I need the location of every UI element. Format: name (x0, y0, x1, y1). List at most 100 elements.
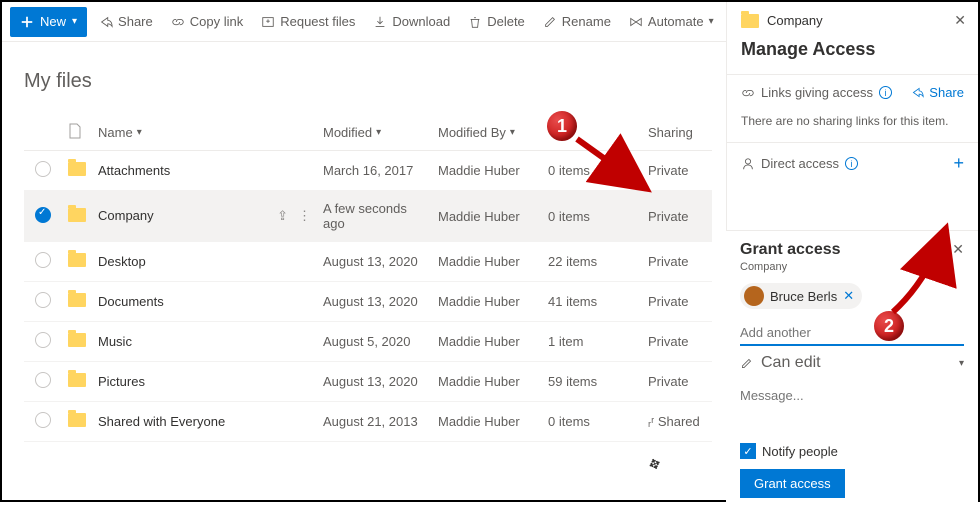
add-people-input[interactable] (740, 321, 964, 346)
remove-chip-button[interactable]: ✕ (843, 288, 854, 304)
row-select[interactable] (35, 372, 51, 388)
delete-icon (468, 15, 482, 29)
folder-icon (741, 14, 759, 28)
grant-access-panel: ✕ Grant access Company Bruce Berls ✕ Can… (726, 230, 978, 512)
delete-button[interactable]: Delete (462, 10, 531, 33)
row-sharing: ᵣʳ Shared (642, 402, 712, 442)
grant-title: Grant access (740, 241, 964, 259)
automate-icon (629, 15, 643, 29)
notify-checkbox-row[interactable]: ✓ Notify people (740, 443, 964, 459)
row-more-icon[interactable]: ⋮ (298, 208, 311, 224)
page-title: My files (24, 70, 712, 93)
chevron-down-icon: ▾ (137, 127, 142, 138)
grant-subtitle: Company (740, 261, 964, 273)
main-content: My files Name▾ Modified▾ Modified By▾ ▾ … (2, 42, 722, 500)
table-row[interactable]: AttachmentsMarch 16, 2017Maddie Huber0 i… (24, 151, 712, 191)
new-button[interactable]: New ▾ (10, 7, 87, 37)
row-modified: August 5, 2020 (317, 322, 432, 362)
row-name: Attachments (98, 163, 170, 178)
table-row[interactable]: MusicAugust 5, 2020Maddie Huber1 itemPri… (24, 322, 712, 362)
row-name: Company (98, 208, 154, 223)
col-sharing[interactable]: Sharing (642, 115, 712, 151)
download-button[interactable]: Download (367, 10, 456, 33)
row-name: Desktop (98, 254, 146, 269)
automate-button[interactable]: Automate ▾ (623, 10, 720, 33)
chip-name: Bruce Berls (770, 289, 837, 304)
row-size: 41 items (542, 282, 642, 322)
table-row[interactable]: PicturesAugust 13, 2020Maddie Huber59 it… (24, 362, 712, 402)
panel-folder-name: Company (767, 13, 823, 28)
plus-icon (20, 15, 34, 29)
row-select[interactable] (35, 412, 51, 428)
table-row[interactable]: Shared with EveryoneAugust 21, 2013Maddi… (24, 402, 712, 442)
checkbox-checked-icon[interactable]: ✓ (740, 443, 756, 459)
info-icon[interactable]: i (845, 157, 858, 170)
rename-button[interactable]: Rename (537, 10, 617, 33)
row-size: 1 item (542, 322, 642, 362)
col-icon (62, 115, 92, 151)
share-button[interactable]: Share (93, 10, 159, 33)
table-row[interactable]: Documents August 13, 2020Maddie Huber41 i… (24, 282, 712, 322)
row-select[interactable] (35, 332, 51, 348)
file-table: Name▾ Modified▾ Modified By▾ ▾ Sharing A… (24, 115, 712, 442)
row-modifiedby: Maddie Huber (432, 191, 542, 242)
grant-access-button[interactable]: Grant access (740, 469, 845, 498)
row-modified: August 13, 2020 (317, 282, 432, 322)
callout-2: 2 (872, 309, 906, 343)
col-name[interactable]: Name▾ (92, 115, 317, 151)
col-modifiedby[interactable]: Modified By▾ (432, 115, 542, 151)
row-size: 0 items (542, 151, 642, 191)
row-sharing: Private (642, 282, 712, 322)
row-modified: August 13, 2020 (317, 242, 432, 282)
share-link[interactable]: Share (911, 85, 964, 100)
add-direct-access-button[interactable]: + (953, 153, 964, 174)
person-icon (741, 157, 755, 171)
row-size: 59 items (542, 362, 642, 402)
message-input[interactable] (740, 382, 964, 409)
links-section: Links giving access i Share (727, 74, 978, 110)
row-sharing: Private (642, 191, 712, 242)
folder-icon (68, 333, 86, 347)
row-select[interactable] (35, 292, 51, 308)
row-select[interactable] (35, 161, 51, 177)
row-sharing: Private (642, 242, 712, 282)
row-sharing: Private (642, 362, 712, 402)
table-row[interactable]: Company⇪⋮A few seconds agoMaddie Huber0 … (24, 191, 712, 242)
copy-link-button[interactable]: Copy link (165, 10, 249, 33)
link-icon (741, 86, 755, 100)
row-modifiedby: Maddie Huber (432, 322, 542, 362)
table-row[interactable]: DesktopAugust 13, 2020Maddie Huber22 ite… (24, 242, 712, 282)
download-icon (373, 15, 387, 29)
col-modified[interactable]: Modified▾ (317, 115, 432, 151)
folder-icon (68, 208, 86, 222)
row-share-icon[interactable]: ⇪ (277, 208, 288, 224)
close-panel-button[interactable]: ✕ (954, 12, 966, 29)
row-select[interactable] (35, 252, 51, 268)
row-sharing: Private (642, 151, 712, 191)
person-chip[interactable]: Bruce Berls ✕ (740, 283, 862, 309)
chevron-down-icon: ▾ (709, 16, 714, 27)
folder-icon (68, 162, 86, 176)
folder-icon (68, 253, 86, 267)
close-grant-button[interactable]: ✕ (952, 241, 964, 258)
share-icon (99, 15, 113, 29)
row-modifiedby: Maddie Huber (432, 282, 542, 322)
permission-selector[interactable]: Can edit ▾ (740, 354, 964, 372)
col-select[interactable] (24, 115, 62, 151)
row-modifiedby: Maddie Huber (432, 402, 542, 442)
direct-access-section: Direct access i + (727, 142, 978, 184)
row-name: Documents (98, 294, 164, 309)
request-icon (261, 15, 275, 29)
pencil-icon (740, 357, 753, 370)
no-links-note: There are no sharing links for this item… (727, 110, 978, 142)
info-icon[interactable]: i (879, 86, 892, 99)
chevron-down-icon: ▾ (72, 16, 77, 27)
row-select[interactable] (35, 207, 51, 223)
folder-icon (68, 293, 86, 307)
row-sharing: Private (642, 322, 712, 362)
row-modified: A few seconds ago (317, 191, 432, 242)
link-icon (171, 15, 185, 29)
request-files-button[interactable]: Request files (255, 10, 361, 33)
panel-title: Manage Access (727, 35, 978, 74)
rename-icon (543, 15, 557, 29)
